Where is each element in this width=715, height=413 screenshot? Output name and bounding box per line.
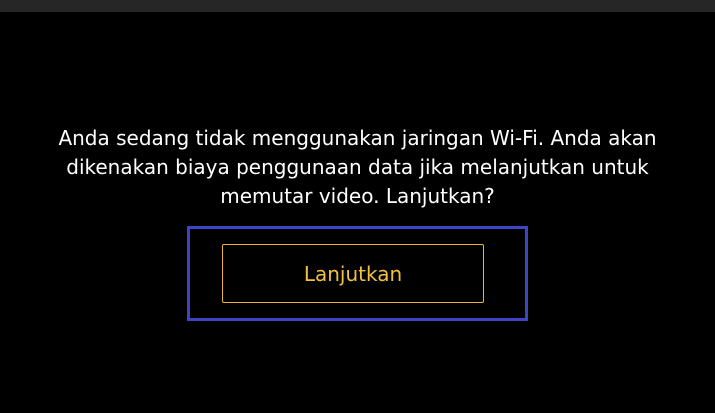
top-bar <box>0 0 715 12</box>
continue-button[interactable]: Lanjutkan <box>222 244 484 303</box>
message-line-3: memutar video. Lanjutkan? <box>220 184 495 208</box>
data-usage-warning-message: Anda sedang tidak menggunakan jaringan W… <box>0 124 715 211</box>
message-line-1: Anda sedang tidak menggunakan jaringan W… <box>58 126 657 150</box>
mobile-data-warning-screen: Anda sedang tidak menggunakan jaringan W… <box>0 0 715 413</box>
message-line-2: dikenakan biaya penggunaan data jika mel… <box>66 155 649 179</box>
